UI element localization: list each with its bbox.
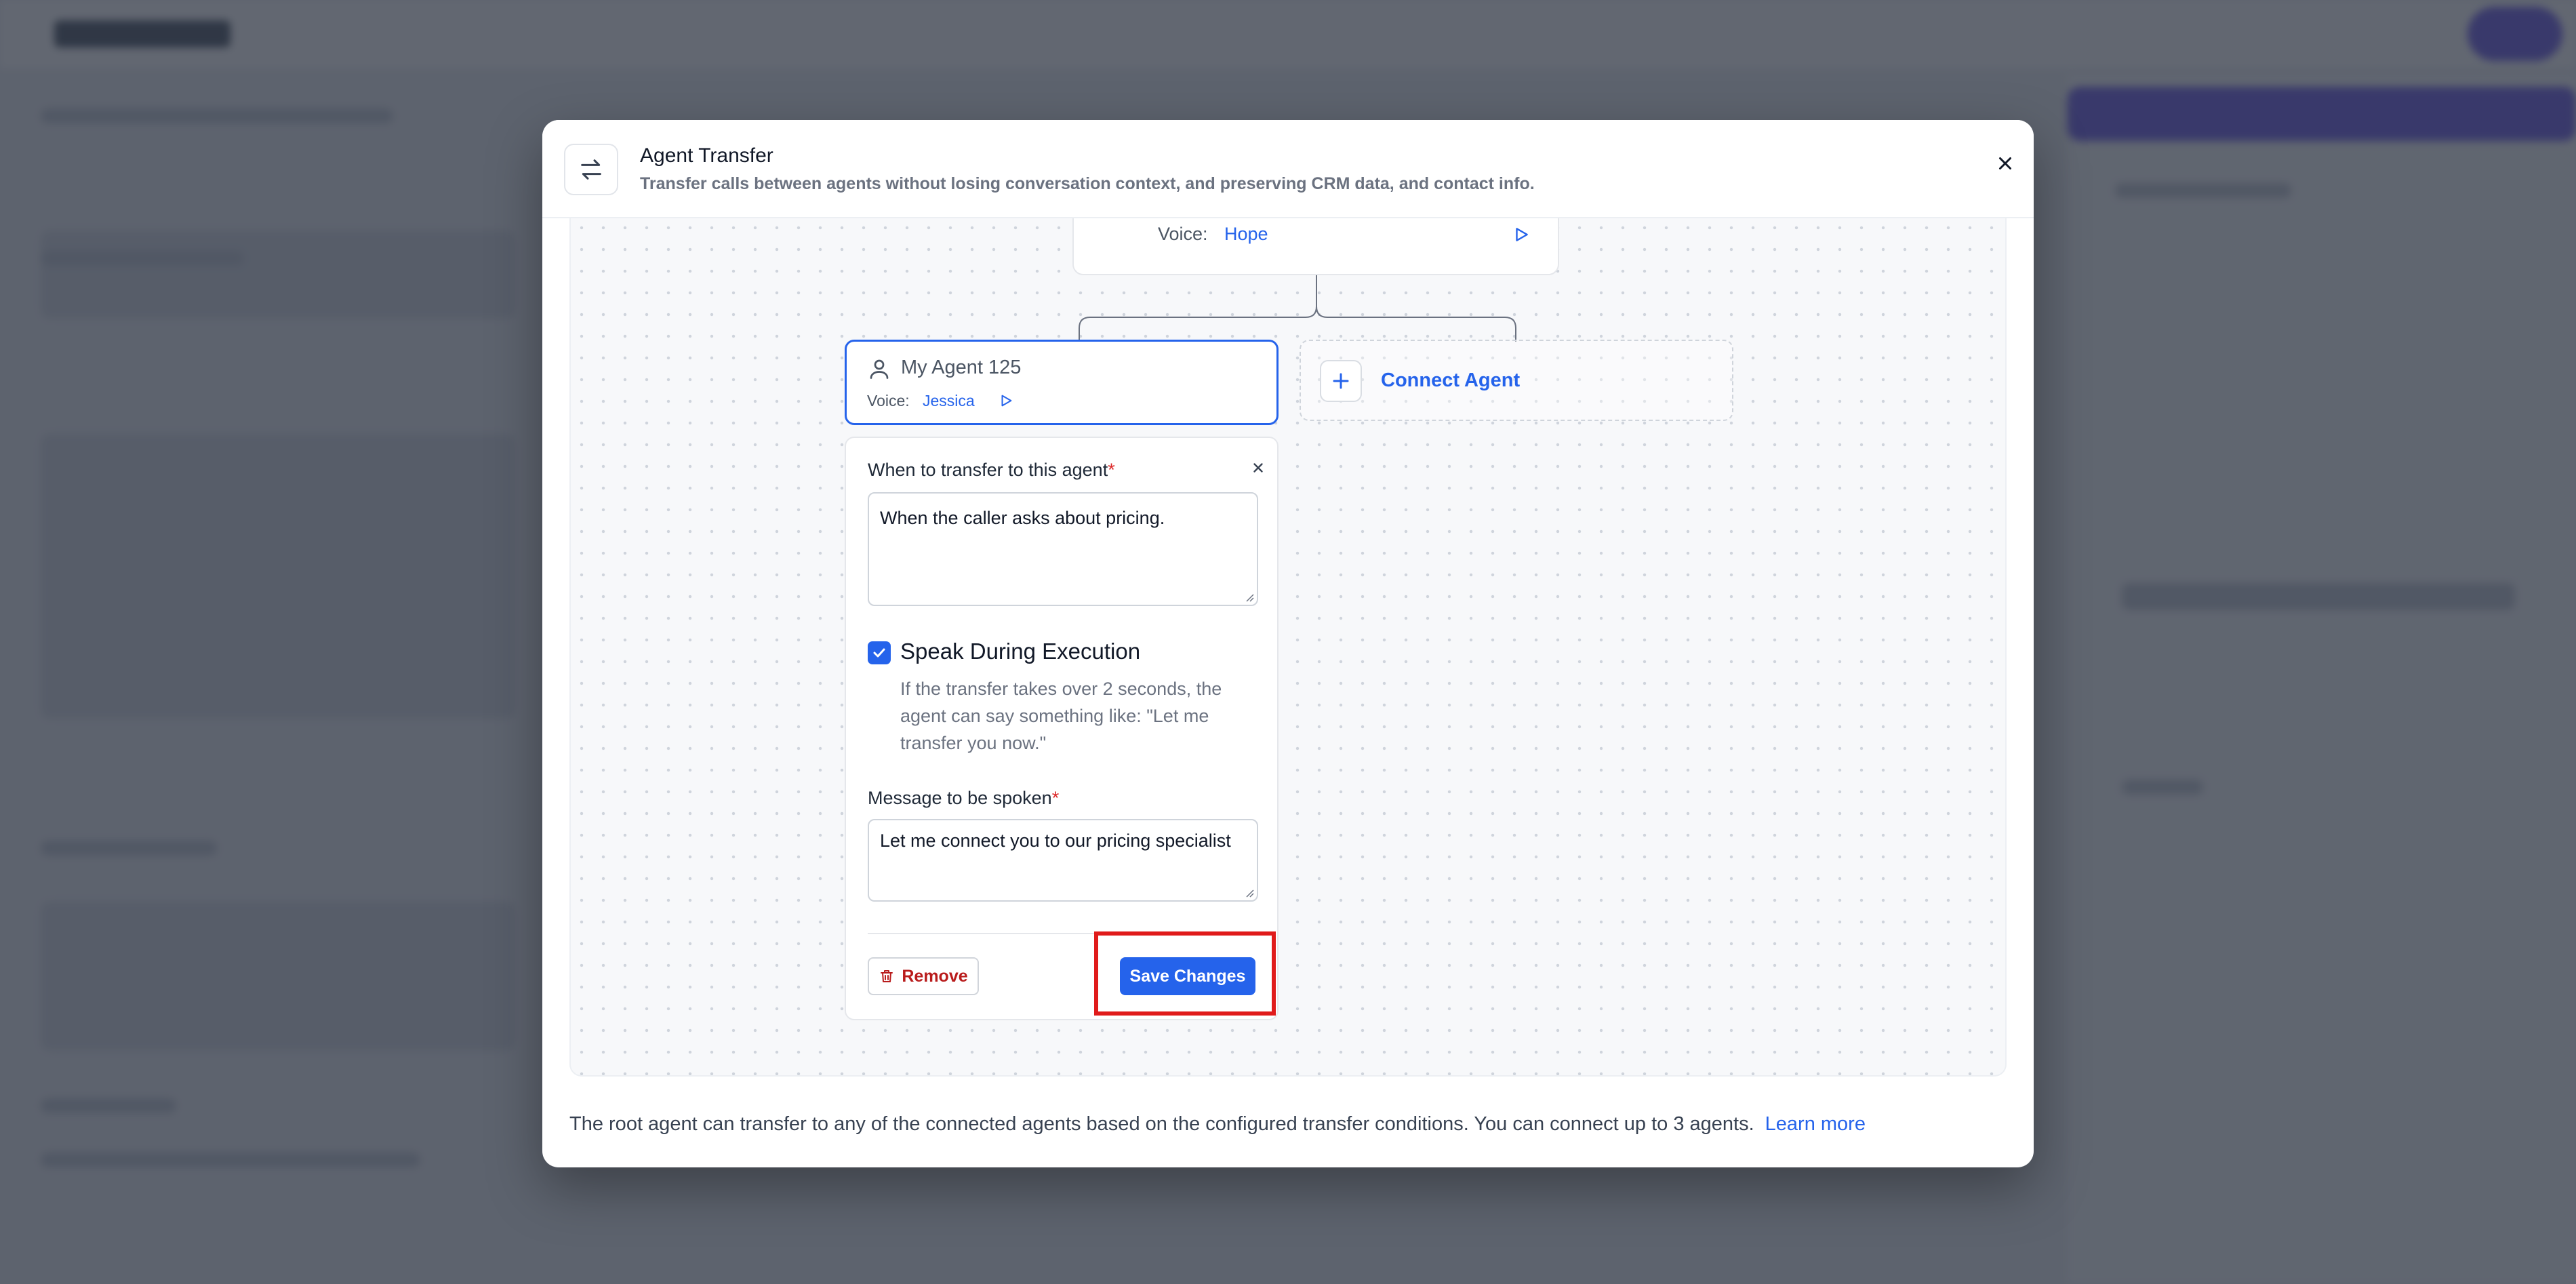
modal-title: Agent Transfer: [640, 144, 773, 167]
agent-voice-label: Voice:: [867, 392, 910, 409]
resize-grip-icon[interactable]: [1245, 593, 1254, 602]
plus-icon: [1320, 360, 1362, 402]
agent-transfer-modal: Agent Transfer Transfer calls between ag…: [542, 120, 2034, 1167]
speak-during-execution-checkbox[interactable]: [868, 641, 891, 664]
root-voice-value[interactable]: Hope: [1224, 224, 1268, 245]
close-icon[interactable]: [1985, 143, 2026, 184]
root-voice-label: Voice:: [1158, 224, 1208, 244]
play-icon[interactable]: [994, 389, 1018, 412]
message-label: Message to be spoken*: [868, 788, 1059, 809]
message-label-text: Message to be spoken: [868, 788, 1052, 808]
trash-icon: [881, 970, 893, 982]
agent-name: My Agent 125: [901, 357, 1022, 378]
modal-header: Agent Transfer Transfer calls between ag…: [542, 120, 2034, 218]
swap-arrows-icon: [564, 144, 618, 195]
remove-button[interactable]: Remove: [868, 957, 979, 995]
required-mark: *: [1108, 460, 1115, 480]
user-icon: [867, 357, 891, 381]
selected-agent-card[interactable]: My Agent 125 Voice: Jessica: [845, 340, 1279, 425]
speak-during-execution-description: If the transfer takes over 2 seconds, th…: [900, 679, 1222, 753]
agent-flow-canvas[interactable]: Voice: Hope My Agent 125 Voice: Jessica …: [569, 190, 2007, 1077]
save-changes-button[interactable]: Save Changes: [1120, 957, 1255, 995]
modal-footer-text: The root agent can transfer to any of th…: [569, 1113, 1866, 1136]
resize-grip-icon[interactable]: [1245, 888, 1254, 898]
learn-more-link[interactable]: Learn more: [1765, 1113, 1866, 1135]
transfer-settings-panel: When to transfer to this agent* When the…: [845, 437, 1279, 1020]
close-icon[interactable]: [1245, 454, 1272, 481]
when-to-transfer-value: When the caller asks about pricing.: [880, 508, 1165, 528]
play-icon[interactable]: [1508, 221, 1535, 248]
footer-description: The root agent can transfer to any of th…: [569, 1113, 1754, 1135]
connect-agent-button[interactable]: Connect Agent: [1300, 340, 1733, 421]
panel-divider: [868, 933, 1258, 934]
speak-during-execution-label[interactable]: Speak During Execution: [900, 639, 1140, 664]
message-value: Let me connect you to our pricing specia…: [880, 830, 1231, 851]
when-label-text: When to transfer to this agent: [868, 460, 1108, 480]
modal-subtitle: Transfer calls between agents without lo…: [640, 174, 1535, 193]
required-mark: *: [1051, 788, 1060, 808]
when-to-transfer-textarea[interactable]: When the caller asks about pricing.: [868, 492, 1258, 606]
check-icon: [873, 648, 885, 658]
remove-label: Remove: [902, 966, 968, 986]
when-to-transfer-label: When to transfer to this agent*: [868, 460, 1115, 481]
agent-voice-value[interactable]: Jessica: [923, 392, 975, 410]
connect-agent-label: Connect Agent: [1381, 369, 1521, 391]
message-textarea[interactable]: Let me connect you to our pricing specia…: [868, 819, 1258, 902]
